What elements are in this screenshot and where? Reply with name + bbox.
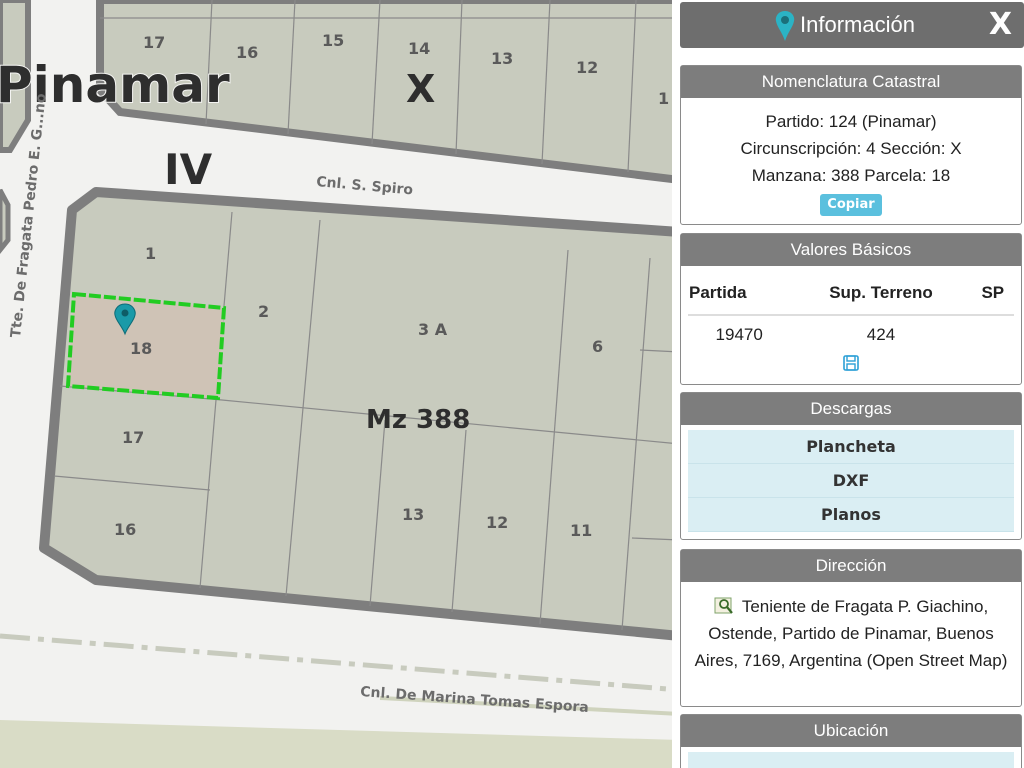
valores-header: Valores Básicos: [681, 234, 1021, 266]
download-planos[interactable]: Planos: [688, 498, 1014, 532]
save-icon[interactable]: [842, 354, 860, 372]
block-label: Mz 388: [366, 405, 470, 435]
cell-sp: [972, 315, 1014, 354]
info-panel: Información X Nomenclatura Catastral Par…: [672, 0, 1024, 768]
lot-label: 1: [145, 244, 156, 263]
partido-line: Partido: 124 (Pinamar): [765, 112, 937, 131]
download-plancheta[interactable]: Plancheta: [688, 430, 1014, 464]
table-row: 19470 424: [688, 315, 1014, 354]
descargas-card: Descargas Plancheta DXF Planos: [680, 392, 1022, 540]
top-lot-label: 15: [322, 31, 344, 50]
panel-title: Información: [800, 12, 915, 37]
lot-label: 18: [130, 339, 152, 358]
download-dxf[interactable]: DXF: [688, 464, 1014, 498]
lot-label: 2: [258, 302, 269, 321]
col-sup-terreno: Sup. Terreno: [790, 272, 972, 316]
lot-label: 11: [570, 521, 592, 540]
lot-label: 6: [592, 337, 603, 356]
lot-label: 17: [122, 428, 144, 447]
section-x-label: X: [406, 67, 435, 111]
valores-table: Partida Sup. Terreno SP 19470 424: [688, 272, 1014, 354]
top-lot-label: 17: [143, 33, 165, 52]
top-lot-label: 13: [491, 49, 513, 68]
direccion-card: Dirección Teniente de Fragata P. Giachin…: [680, 549, 1022, 707]
address-text: Teniente de Fragata P. Giachino, Ostende…: [694, 597, 1008, 670]
top-lot-label: 16: [236, 43, 258, 62]
lot-label: 12: [486, 513, 508, 532]
manzana-line: Manzana: 388 Parcela: 18: [751, 166, 951, 185]
lot-label: 3 A: [418, 320, 448, 339]
copy-button[interactable]: Copiar: [820, 194, 882, 216]
col-sp: SP: [971, 272, 1014, 316]
top-lot-label: 12: [576, 58, 598, 77]
table-header-row: Partida Sup. Terreno SP: [688, 272, 1014, 316]
lot-label: 16: [114, 520, 136, 539]
top-lot-label: 1: [658, 89, 669, 108]
valores-card: Valores Básicos Partida Sup. Terreno SP …: [680, 233, 1022, 385]
download-list: Plancheta DXF Planos: [688, 430, 1014, 532]
map-view[interactable]: 17 16 15 14 13 12 1 Pinamar X IV Mz 388 …: [0, 0, 680, 768]
nomenclatura-header: Nomenclatura Catastral: [681, 66, 1021, 98]
map-canvas[interactable]: 17 16 15 14 13 12 1 Pinamar X IV Mz 388 …: [0, 0, 680, 768]
ubicacion-row: [688, 752, 1014, 768]
ubicacion-header: Ubicación: [681, 715, 1021, 747]
location-pin-icon: [775, 11, 795, 41]
block-left-lower: [0, 188, 11, 255]
nomenclatura-card: Nomenclatura Catastral Partido: 124 (Pin…: [680, 65, 1022, 225]
circunscripcion-line: Circunscripción: 4 Sección: X: [740, 139, 962, 158]
close-button[interactable]: X: [989, 7, 1012, 42]
col-partida: Partida: [688, 272, 791, 316]
ubicacion-card: Ubicación: [680, 714, 1022, 768]
cell-partida: 19470: [715, 325, 763, 344]
direccion-header: Dirección: [681, 550, 1021, 582]
panel-titlebar: Información X: [680, 2, 1024, 48]
lot-label: 13: [402, 505, 424, 524]
section-iv-label: IV: [164, 145, 213, 194]
cell-sup-terreno: 424: [866, 325, 896, 344]
top-lot-label: 14: [408, 39, 430, 58]
descargas-header: Descargas: [681, 393, 1021, 425]
map-search-icon: [714, 597, 733, 614]
